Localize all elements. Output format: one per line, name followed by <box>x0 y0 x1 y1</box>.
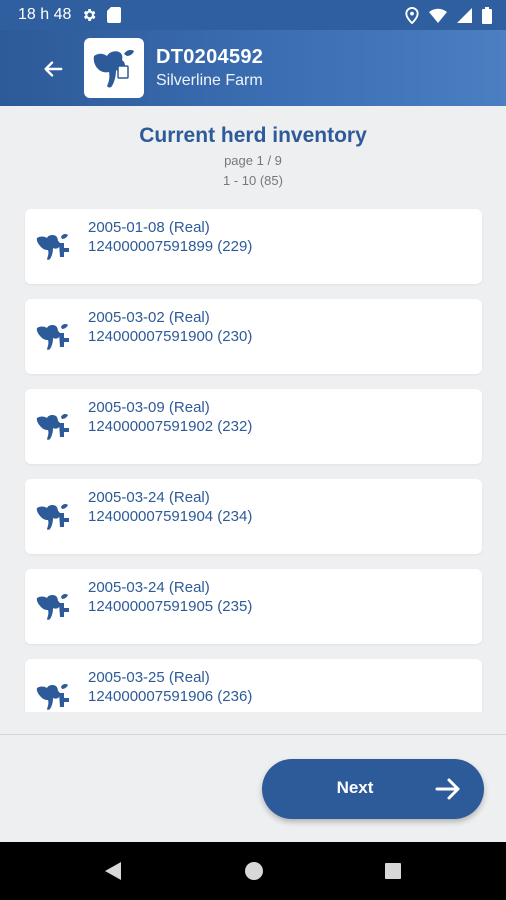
list-item[interactable]: 2005-03-02 (Real) 124000007591900 (230) <box>25 299 482 374</box>
app-bar: DT0204592 Silverline Farm <box>0 30 506 106</box>
battery-icon <box>482 6 492 24</box>
next-button[interactable]: Next <box>262 759 484 819</box>
cow-icon <box>35 319 71 355</box>
animal-id: 124000007591906 (236) <box>88 688 253 705</box>
nav-home-icon[interactable] <box>245 862 263 880</box>
list-item[interactable]: 2005-03-24 (Real) 124000007591905 (235) <box>25 569 482 644</box>
status-right <box>405 6 492 24</box>
cow-icon <box>35 589 71 625</box>
footer-divider <box>0 734 506 735</box>
list-item[interactable]: 2005-03-09 (Real) 124000007591902 (232) <box>25 389 482 464</box>
cow-icon <box>35 499 71 535</box>
cow-icon <box>35 409 71 445</box>
status-time: 18 h 48 <box>18 6 72 23</box>
birth-date: 2005-01-08 (Real) <box>88 219 210 236</box>
wifi-icon <box>429 8 447 23</box>
next-label: Next <box>336 778 374 797</box>
birth-date: 2005-03-25 (Real) <box>88 669 210 686</box>
nav-back-icon[interactable] <box>103 861 123 881</box>
farm-logo <box>84 38 144 98</box>
animal-id: 124000007591902 (232) <box>88 418 253 435</box>
cow-icon <box>35 229 71 265</box>
arrow-right-icon <box>435 778 460 800</box>
range-indicator: 1 - 10 (85) <box>223 173 283 188</box>
animal-list: 2005-01-08 (Real) 124000007591899 (229) … <box>0 200 506 712</box>
page-indicator: page 1 / 9 <box>224 153 282 168</box>
status-bar: 18 h 48 <box>0 0 506 30</box>
animal-id: 124000007591900 (230) <box>88 328 253 345</box>
list-item[interactable]: 2005-01-08 (Real) 124000007591899 (229) <box>25 209 482 284</box>
list-item[interactable]: 2005-03-24 (Real) 124000007591904 (234) <box>25 479 482 554</box>
nav-recent-icon[interactable] <box>385 863 401 879</box>
system-nav-bar <box>0 842 506 900</box>
animal-id: 124000007591899 (229) <box>88 238 253 255</box>
location-icon <box>405 6 419 24</box>
gear-icon <box>84 9 96 21</box>
back-button[interactable] <box>36 52 70 86</box>
animal-id: 124000007591904 (234) <box>88 508 253 525</box>
farm-name: Silverline Farm <box>156 72 263 89</box>
birth-date: 2005-03-24 (Real) <box>88 579 210 596</box>
animal-id: 124000007591905 (235) <box>88 598 253 615</box>
cow-logo-icon <box>93 50 134 88</box>
sd-card-icon <box>107 7 122 23</box>
arrow-left-icon <box>44 61 63 77</box>
page-title: Current herd inventory <box>139 124 367 147</box>
farm-id: DT0204592 <box>156 46 264 68</box>
birth-date: 2005-03-09 (Real) <box>88 399 210 416</box>
list-item[interactable]: 2005-03-25 (Real) 124000007591906 (236) <box>25 659 482 712</box>
birth-date: 2005-03-02 (Real) <box>88 309 210 326</box>
status-left: 18 h 48 <box>18 6 122 24</box>
cow-icon <box>35 679 71 712</box>
signal-icon <box>457 7 472 23</box>
birth-date: 2005-03-24 (Real) <box>88 489 210 506</box>
